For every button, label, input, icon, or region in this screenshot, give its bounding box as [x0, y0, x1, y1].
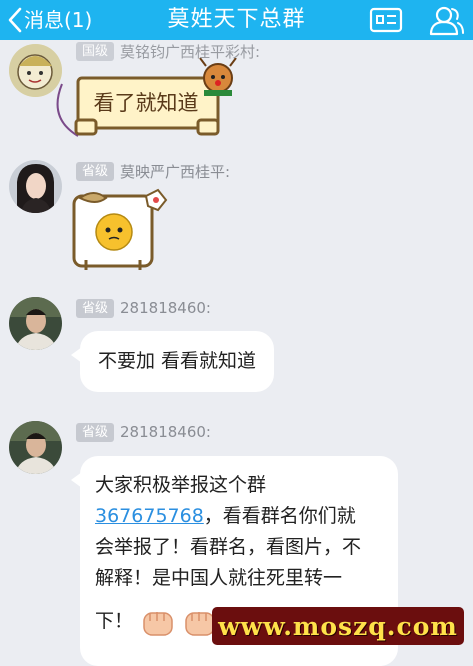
message-line: 大家积极举报这个群	[95, 474, 267, 496]
scroll-sticker[interactable]: 看了就知道	[48, 58, 238, 140]
avatar[interactable]	[9, 421, 62, 474]
sender-name: 莫映严广西桂平:	[120, 162, 231, 181]
emoji-sticker[interactable]	[66, 188, 170, 272]
sender-name: 281818460:	[120, 423, 211, 441]
sticker-text: 看了就知道	[94, 91, 199, 115]
photo-avatar-icon	[9, 421, 62, 474]
message-meta: 省级 281818460:	[76, 421, 211, 443]
rank-badge: 省级	[76, 422, 115, 442]
message-meta: 省级 莫映严广西桂平:	[76, 160, 230, 182]
rank-badge: 省级	[76, 161, 115, 181]
back-button[interactable]: 消息(1)	[8, 5, 92, 35]
title-bar: 消息(1) 莫姓天下总群	[0, 0, 473, 40]
photo-avatar-icon	[9, 160, 62, 213]
message-text: 不要加 看看就知道	[98, 350, 257, 372]
people-icon	[429, 6, 464, 36]
avatar[interactable]	[9, 297, 62, 350]
message-text: ，看看群名你们就	[203, 505, 356, 527]
group-number-link[interactable]: 367675768	[95, 505, 204, 527]
sender-name: 281818460:	[120, 299, 211, 317]
back-label: 消息(1)	[24, 8, 93, 32]
message-bubble[interactable]: 不要加 看看就知道	[70, 331, 275, 392]
message-line: 解释！是中国人就往死里转一	[95, 567, 343, 589]
group-members-button[interactable]	[427, 4, 465, 36]
message-line: 367675768，看看群名你们就	[95, 501, 380, 532]
rank-badge: 省级	[76, 298, 115, 318]
message-text: 下！	[95, 610, 134, 632]
message-line: 会举报了！看群名，看图片，不	[95, 536, 362, 558]
message-meta: 省级 281818460:	[76, 297, 211, 319]
chevron-left-icon	[8, 7, 22, 33]
avatar[interactable]	[9, 160, 62, 213]
group-info-button[interactable]	[369, 6, 403, 34]
site-watermark: www.moszq.com	[212, 607, 464, 645]
photo-avatar-icon	[9, 297, 62, 350]
fist-emoji-icon	[143, 611, 173, 636]
profile-card-icon	[369, 7, 403, 33]
